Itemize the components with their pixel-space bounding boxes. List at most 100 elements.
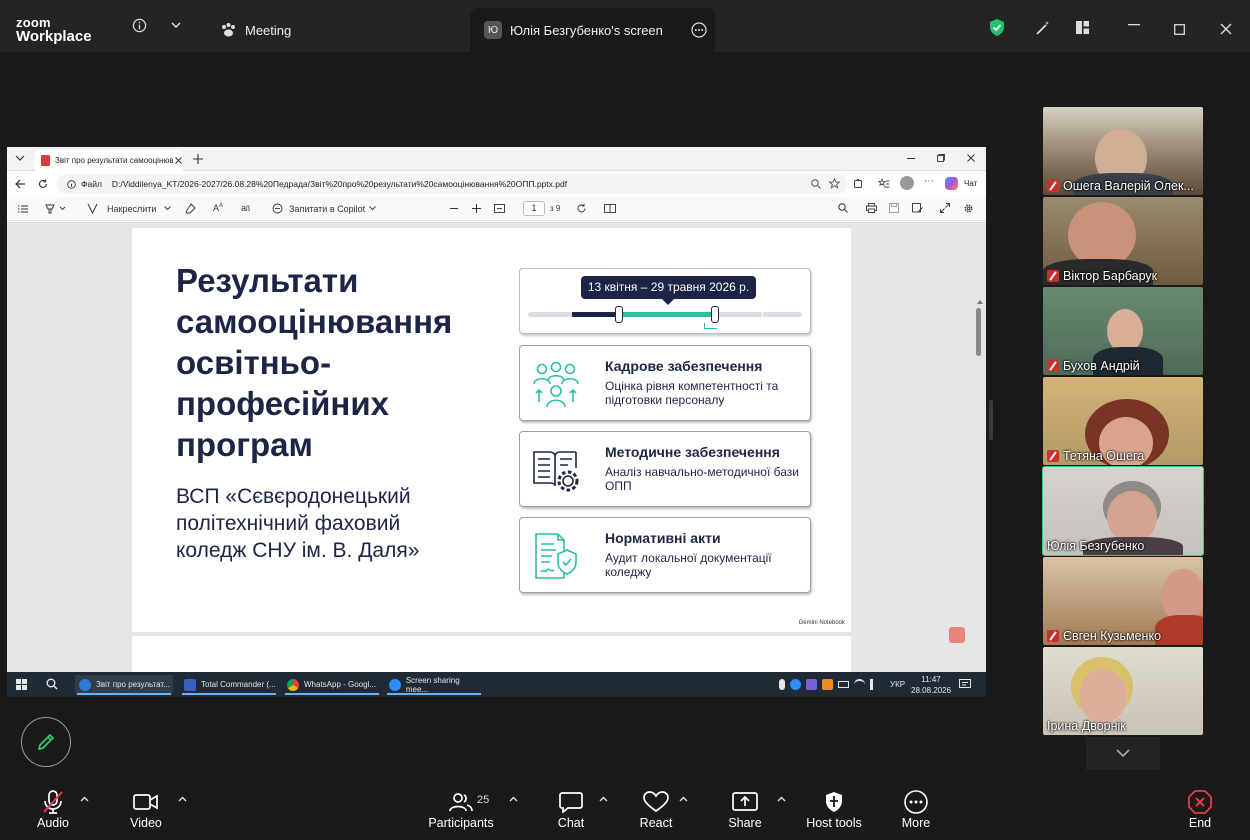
annotate-button[interactable]	[21, 717, 71, 767]
tray-volume-icon[interactable]	[870, 679, 880, 690]
chevron-down-icon[interactable]	[170, 19, 182, 31]
print-icon[interactable]	[866, 203, 877, 213]
shield-check-icon[interactable]	[988, 18, 1006, 37]
tray-network-icon[interactable]	[854, 679, 865, 690]
chat-button[interactable]: Chat	[552, 788, 590, 830]
magic-wand-icon[interactable]	[1034, 19, 1052, 37]
taskbar-item-edge[interactable]: Звіт про результат...	[75, 675, 173, 695]
participant-tile[interactable]: Віктор Барбарук	[1043, 197, 1203, 285]
copilot-ask-icon[interactable]	[272, 203, 283, 214]
notifications-icon[interactable]	[959, 679, 971, 690]
more-button[interactable]: More	[898, 788, 934, 830]
contents-icon[interactable]	[18, 205, 28, 213]
gallery-scroll-down-button[interactable]	[1086, 737, 1160, 770]
minimize-icon[interactable]	[1128, 23, 1140, 27]
favorites-list-icon[interactable]	[878, 178, 890, 189]
tab-close-icon[interactable]	[175, 157, 182, 164]
find-icon[interactable]	[838, 203, 848, 213]
audio-button[interactable]: Audio	[33, 788, 73, 830]
tab-list-icon[interactable]	[15, 154, 25, 162]
chat-label[interactable]: Чат	[964, 179, 977, 188]
participant-tile[interactable]: Євген Кузьменко	[1043, 557, 1203, 645]
copilot-icon[interactable]	[945, 177, 958, 190]
copilot-ask-label[interactable]: Запитати в Copilot	[289, 204, 365, 214]
address-bar[interactable]: Файл D:/Viddilenya_KT/2026-2027/26.08.28…	[57, 174, 847, 194]
fit-page-icon[interactable]	[494, 204, 505, 213]
tray-battery-icon[interactable]	[838, 681, 849, 688]
participant-tile[interactable]: Тетяна Ошега	[1043, 377, 1203, 465]
refresh-icon[interactable]	[38, 179, 48, 189]
zoom-search-icon[interactable]	[811, 179, 821, 189]
windows-start-icon[interactable]	[16, 679, 27, 690]
save-icon[interactable]	[889, 203, 899, 213]
save-as-icon[interactable]	[912, 203, 923, 213]
tray-clock[interactable]: 11:47 28.08.2026	[911, 674, 951, 696]
host-tools-button[interactable]: Host tools	[805, 788, 863, 830]
favorite-star-icon[interactable]	[829, 178, 840, 189]
participant-tile[interactable]: Ошега Валерій Олек...	[1043, 107, 1203, 195]
layout-view-icon[interactable]	[1075, 20, 1090, 35]
new-tab-icon[interactable]	[193, 154, 203, 164]
taskbar-search-icon[interactable]	[46, 678, 58, 690]
participant-tile[interactable]: Бухов Андрій	[1043, 287, 1203, 375]
draw-icon[interactable]	[87, 203, 98, 214]
text-size-icon[interactable]: AA	[213, 203, 223, 213]
read-aloud-icon[interactable]: aß	[241, 203, 250, 213]
maximize-icon[interactable]	[1174, 24, 1185, 35]
more-options-icon[interactable]	[691, 22, 707, 38]
share-button[interactable]: Share	[726, 788, 764, 830]
taskbar-item-chrome[interactable]: WhatsApp - Googl...	[283, 675, 381, 695]
person-silhouette	[1079, 669, 1127, 723]
window-restore-icon[interactable]	[937, 154, 945, 162]
draw-label[interactable]: Накреслити	[107, 204, 156, 214]
pdf-viewport[interactable]: Результати самооцінювання освітньо-профе…	[7, 222, 986, 676]
page-number-input[interactable]: 1	[523, 201, 545, 216]
tray-language[interactable]: УКР	[890, 680, 905, 689]
zoom-out-icon[interactable]	[450, 208, 458, 210]
more-menu-icon[interactable]: ⋯	[924, 176, 934, 187]
window-minimize-icon[interactable]	[907, 158, 915, 160]
chat-options-caret[interactable]	[599, 796, 608, 802]
panel-resize-handle[interactable]	[989, 400, 993, 440]
window-close-icon[interactable]	[967, 154, 975, 162]
profile-icon[interactable]	[900, 176, 914, 190]
browser-tab[interactable]: Звіт про результати самооцінюв...	[35, 150, 183, 171]
participant-tile[interactable]: Ірина Дворнік	[1043, 647, 1203, 735]
page-view-icon[interactable]	[604, 204, 616, 213]
settings-gear-icon[interactable]	[963, 203, 974, 214]
extensions-icon[interactable]	[853, 178, 864, 189]
tray-zoom-icon[interactable]	[790, 679, 801, 690]
react-options-caret[interactable]	[679, 796, 688, 802]
scroll-thumb[interactable]	[976, 308, 981, 356]
tab-meeting[interactable]: Meeting	[220, 8, 291, 52]
participants-options-caret[interactable]	[509, 796, 518, 802]
close-icon[interactable]	[1220, 23, 1232, 35]
taskbar-item-total-commander[interactable]: Total Commander (...	[180, 675, 278, 695]
tray-orange-icon[interactable]	[822, 679, 833, 690]
fullscreen-icon[interactable]	[940, 203, 950, 213]
react-button[interactable]: React	[636, 788, 676, 830]
copilot-dropdown-icon[interactable]	[369, 206, 376, 211]
zoom-in-icon[interactable]	[472, 204, 481, 213]
video-options-caret[interactable]	[178, 796, 187, 802]
eraser-icon[interactable]	[185, 203, 196, 214]
participant-tile-active-speaker[interactable]: Юлія Безгубенко	[1042, 466, 1204, 556]
pdf-badge-icon[interactable]	[949, 627, 965, 643]
shared-screen[interactable]: Звіт про результати самооцінюв... Файл D…	[7, 147, 986, 697]
info-icon[interactable]	[132, 18, 147, 33]
end-meeting-button[interactable]: End	[1183, 788, 1217, 830]
scroll-up-icon[interactable]	[976, 300, 983, 304]
share-options-caret[interactable]	[777, 796, 786, 802]
rotate-icon[interactable]	[576, 203, 587, 214]
draw-dropdown-icon[interactable]	[164, 206, 171, 211]
tray-feather-icon[interactable]	[806, 679, 817, 690]
audio-options-caret[interactable]	[80, 796, 89, 802]
tray-mic-icon[interactable]	[779, 679, 785, 690]
tab-shared-screen[interactable]: Ю Юлія Безгубенко's screen	[470, 8, 715, 52]
vertical-scrollbar[interactable]	[976, 300, 983, 697]
video-button[interactable]: Video	[126, 788, 166, 830]
edge-icon	[79, 678, 91, 691]
back-icon[interactable]	[15, 179, 26, 189]
taskbar-item-zoom[interactable]: Screen sharing mee...	[385, 675, 483, 695]
highlight-icon[interactable]	[45, 203, 67, 214]
